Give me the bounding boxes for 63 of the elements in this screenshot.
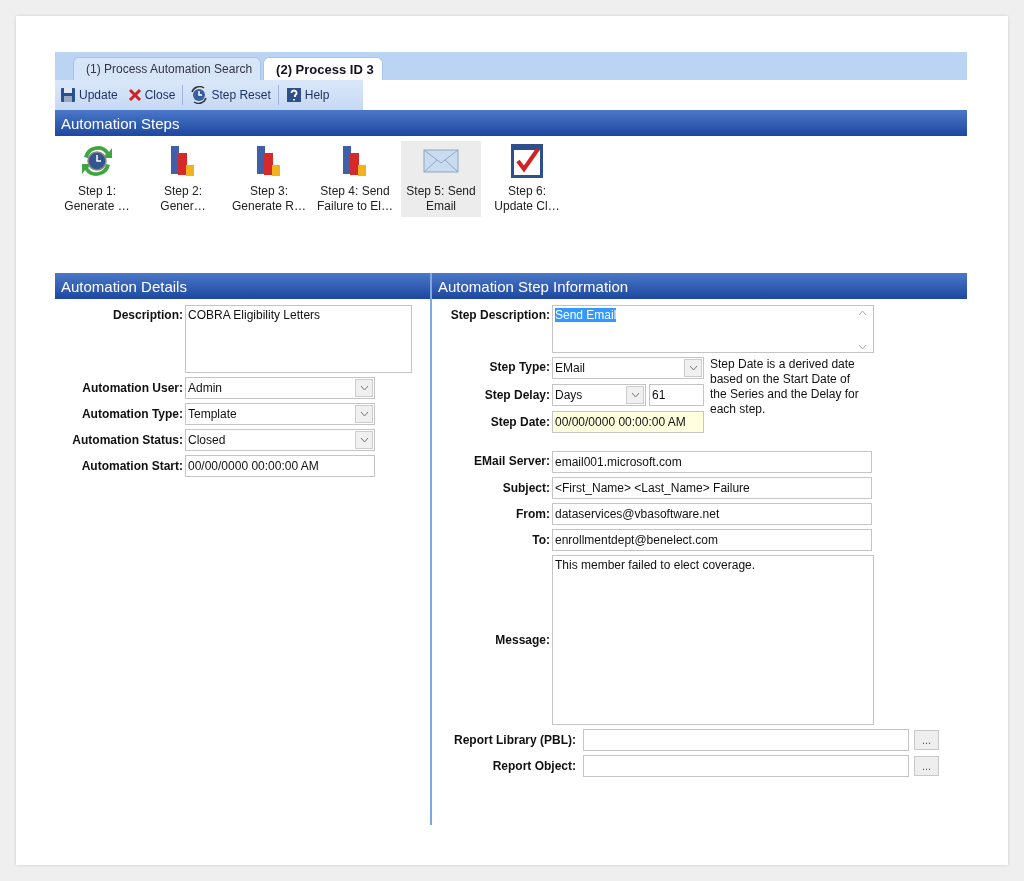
- field-label: Automation User:: [81, 381, 184, 395]
- dropdown-field[interactable]: Closed: [185, 429, 375, 451]
- text-field[interactable]: email001.microsoft.com: [552, 451, 872, 473]
- dropdown-field[interactable]: Days: [552, 384, 646, 406]
- clock-arrows-icon: [190, 86, 209, 104]
- field-label: Report Object:: [491, 759, 577, 773]
- help-icon: [285, 87, 302, 103]
- close-icon: [127, 88, 142, 102]
- dropdown-field[interactable]: Template: [185, 403, 375, 425]
- clock-refresh-icon: [79, 143, 115, 179]
- text-field[interactable]: 00/00/0000 00:00:00 AM: [185, 455, 375, 477]
- step-item[interactable]: Step 3: Generate R…: [229, 141, 309, 217]
- number-field[interactable]: 61: [649, 384, 704, 406]
- step-item[interactable]: Step 6: Update Cl…: [487, 141, 567, 217]
- reset-button[interactable]: Step Reset: [187, 84, 274, 106]
- description-field[interactable]: COBRA Eligibility Letters: [185, 305, 412, 373]
- scroll-down-icon[interactable]: [858, 344, 867, 350]
- field-label: Step Date:: [489, 415, 551, 429]
- section-header: Automation Steps: [55, 110, 967, 136]
- field-label: Report Library (PBL):: [453, 733, 577, 747]
- field-label: Automation Status:: [71, 433, 184, 447]
- chevron-down-icon: [355, 379, 373, 397]
- browse-button[interactable]: ...: [914, 730, 939, 750]
- step-item[interactable]: Step 5: Send Email: [401, 141, 481, 217]
- close-button[interactable]: Close: [124, 86, 179, 104]
- field-label: Message:: [494, 633, 551, 647]
- chevron-down-icon: [355, 405, 373, 423]
- text-field[interactable]: dataservices@vbasoftware.net: [552, 503, 872, 525]
- field-label: EMail Server:: [472, 453, 551, 468]
- section-header: Automation Details: [55, 273, 430, 299]
- text-field[interactable]: enrollmentdept@benelect.com: [552, 529, 872, 551]
- field-label: Step Delay:: [483, 388, 551, 402]
- dropdown-field[interactable]: EMail: [552, 357, 704, 379]
- dropdown-field[interactable]: Admin: [185, 377, 375, 399]
- field-label: To:: [531, 533, 551, 547]
- text-field[interactable]: <First_Name> <Last_Name> Failure: [552, 477, 872, 499]
- field-label: Description:: [112, 307, 184, 322]
- field-label: Step Description:: [449, 307, 551, 322]
- text-field[interactable]: [583, 729, 909, 751]
- browse-button[interactable]: ...: [914, 756, 939, 776]
- checkbox-window-icon: [509, 143, 545, 179]
- chevron-down-icon: [684, 359, 702, 377]
- field-label: Subject:: [501, 481, 551, 495]
- update-button[interactable]: Update: [57, 85, 121, 105]
- chevron-down-icon: [626, 386, 644, 404]
- field-label: Step Type:: [488, 359, 551, 374]
- help-text: Step Date is a derived date based on the Start Date of the Series and the Delay for each step.: [710, 357, 860, 418]
- step-item[interactable]: Step 4: Send Failure to El…: [315, 141, 395, 217]
- section-header: Automation Step Information: [432, 273, 967, 299]
- field-label: From:: [515, 507, 551, 521]
- field-label: Automation Type:: [80, 407, 184, 421]
- help-button[interactable]: Help: [282, 85, 333, 105]
- tab[interactable]: (2) Process ID 3: [263, 57, 383, 80]
- chevron-down-icon: [355, 431, 373, 449]
- save-icon: [60, 87, 76, 103]
- field-label: Automation Start:: [80, 459, 184, 473]
- text-field[interactable]: [583, 755, 909, 777]
- step-item[interactable]: Step 2: Gener…: [143, 141, 223, 217]
- date-field[interactable]: 00/00/0000 00:00:00 AM: [552, 411, 704, 433]
- scroll-up-icon[interactable]: [858, 310, 867, 316]
- message-field[interactable]: This member failed to elect coverage.: [552, 555, 874, 725]
- step-item[interactable]: Step 1: Generate …: [57, 141, 137, 217]
- tab[interactable]: (1) Process Automation Search: [73, 57, 262, 80]
